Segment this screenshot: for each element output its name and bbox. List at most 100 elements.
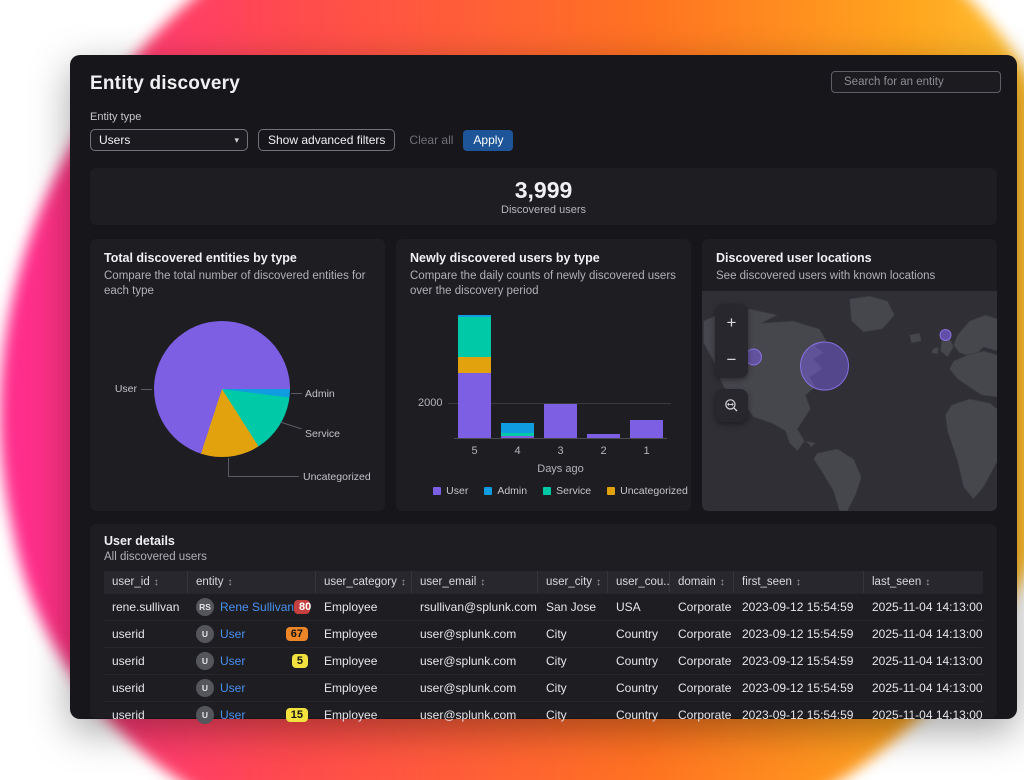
entity-link[interactable]: Rene Sullivan <box>220 600 294 614</box>
column-label: last_seen <box>872 576 921 588</box>
cell-first-seen: 2023-09-12 15:54:59 <box>734 621 864 647</box>
bar-card-subtitle: Compare the daily counts of newly discov… <box>410 269 677 299</box>
sort-icon: ↕ <box>401 577 406 588</box>
table-row: rene.sullivanRSRene Sullivan80Employeers… <box>104 593 983 620</box>
cell-user-email: user@splunk.com <box>412 675 538 701</box>
bar-segment-user <box>630 420 663 438</box>
column-label: domain <box>678 576 716 588</box>
cell-entity: U User <box>188 675 316 701</box>
table-row: useridUUser15Employeeuser@splunk.comCity… <box>104 701 983 728</box>
column-label: user_email <box>420 576 476 588</box>
legend-swatch <box>543 487 551 495</box>
clear-all-button[interactable]: Clear all <box>409 133 453 147</box>
cell-user-category: Employee <box>316 621 412 647</box>
entity-link[interactable]: User <box>220 627 245 641</box>
column-label: user_category <box>324 576 397 588</box>
kpi-label: Discovered users <box>501 204 586 216</box>
cell-user-country: Country <box>608 675 670 701</box>
column-header-user_email[interactable]: user_email ↕ <box>412 571 538 593</box>
x-tick: 2 <box>587 445 620 457</box>
cell-domain: Corporate <box>670 702 734 728</box>
map-zoom-fit-button[interactable] <box>715 389 748 422</box>
stacked-bar <box>630 420 663 438</box>
pie-card-title: Total discovered entities by type <box>104 251 371 265</box>
sort-icon: ↕ <box>228 577 233 588</box>
entity-link[interactable]: User <box>220 681 245 695</box>
column-header-first_seen[interactable]: first_seen↕ <box>734 571 864 593</box>
page: Entity discovery Entity type Users ▾ Sho… <box>0 0 1024 780</box>
bar-plot-area <box>454 309 667 439</box>
legend-label: Admin <box>497 485 527 497</box>
bar-chart-card: Newly discovered users by type Compare t… <box>396 239 691 511</box>
column-header-user_city[interactable]: user_city↕ <box>538 571 608 593</box>
entity-type-label: Entity type <box>90 111 997 123</box>
show-advanced-filters-button[interactable]: Show advanced filters <box>258 129 395 151</box>
entity-discovery-window: Entity discovery Entity type Users ▾ Sho… <box>70 55 1017 719</box>
chart-cards-row: Total discovered entities by type Compar… <box>90 239 997 511</box>
legend-item-uncategorized: Uncategorized <box>607 485 688 497</box>
cell-last-seen: 2025-11-04 14:13:00 <box>864 621 983 647</box>
apply-button[interactable]: Apply <box>463 130 513 151</box>
y-axis-tick: 2000 <box>418 397 442 409</box>
entity-link[interactable]: User <box>220 654 245 668</box>
bar-chart: 2000 54321 Days ago UserAdminServiceUnca… <box>454 309 667 497</box>
bar-segment-user <box>501 436 534 438</box>
filter-controls: Users ▾ Show advanced filters Clear all … <box>90 129 997 151</box>
table-row: useridUUser5Employeeuser@splunk.comCityC… <box>104 647 983 674</box>
cell-user-id: userid <box>104 702 188 728</box>
cell-user-id: userid <box>104 648 188 674</box>
pie-chart: User Admin Service Uncategorized <box>104 303 371 499</box>
x-axis-ticks: 54321 <box>454 445 667 457</box>
pie-chart-card: Total discovered entities by type Compar… <box>90 239 385 511</box>
column-header-last_seen[interactable]: last_seen ↕ <box>864 571 983 593</box>
cell-user-country: USA <box>608 594 670 620</box>
cell-first-seen: 2023-09-12 15:54:59 <box>734 702 864 728</box>
avatar: RS <box>196 598 214 616</box>
entity-type-dropdown[interactable]: Users ▾ <box>90 129 248 151</box>
cell-user-city: San Jose <box>538 594 608 620</box>
entity-search[interactable] <box>831 71 1001 93</box>
bar-segment-user <box>587 434 620 438</box>
column-label: user_city <box>546 576 592 588</box>
sort-icon: ↕ <box>720 577 725 588</box>
cell-last-seen: 2025-11-04 14:13:00 <box>864 675 983 701</box>
leader-line-uncategorized-h <box>228 476 299 477</box>
table-header-row: user_id↕entity↕user_category↕user_email↕… <box>104 571 983 593</box>
table-row: useridUUserEmployeeuser@splunk.comCityCo… <box>104 674 983 701</box>
sort-icon: ↕ <box>925 577 930 588</box>
cell-user-city: City <box>538 675 608 701</box>
table-subtitle: All discovered users <box>104 551 983 563</box>
cell-user-category: Employee <box>316 594 412 620</box>
map-zoom-out-button[interactable]: − <box>715 341 748 378</box>
bar-segment-admin <box>501 423 534 433</box>
search-input[interactable] <box>844 76 998 88</box>
column-header-user_category[interactable]: user_category ↕ <box>316 571 412 593</box>
stacked-bar <box>501 423 534 438</box>
kpi-value: 3,999 <box>515 177 573 203</box>
table-title: User details <box>104 534 983 548</box>
risk-score-badge: 15 <box>286 708 308 722</box>
pie-label-user: User <box>115 383 137 395</box>
sort-icon: ↕ <box>480 577 485 588</box>
column-header-user_cou[interactable]: user_cou...↕ <box>608 571 670 593</box>
zoom-fit-icon <box>724 398 739 413</box>
avatar: U <box>196 679 214 697</box>
cell-user-city: City <box>538 648 608 674</box>
pie-graphic <box>154 321 290 457</box>
map-zoom-in-button[interactable]: + <box>715 304 748 341</box>
pie-label-admin: Admin <box>305 388 335 400</box>
legend-swatch <box>607 487 615 495</box>
entity-link[interactable]: User <box>220 708 245 722</box>
column-label: first_seen <box>742 576 792 588</box>
stacked-bar <box>458 315 491 438</box>
legend-swatch <box>484 487 492 495</box>
column-label: user_id <box>112 576 150 588</box>
cell-first-seen: 2023-09-12 15:54:59 <box>734 648 864 674</box>
column-header-entity[interactable]: entity↕ <box>188 571 316 593</box>
user-details-card: User details All discovered users user_i… <box>90 524 997 718</box>
column-header-user_id[interactable]: user_id↕ <box>104 571 188 593</box>
stacked-bar <box>544 404 577 438</box>
world-map[interactable]: + − <box>702 291 997 511</box>
pie-card-subtitle: Compare the total number of discovered e… <box>104 269 371 299</box>
column-header-domain[interactable]: domain ↕ <box>670 571 734 593</box>
